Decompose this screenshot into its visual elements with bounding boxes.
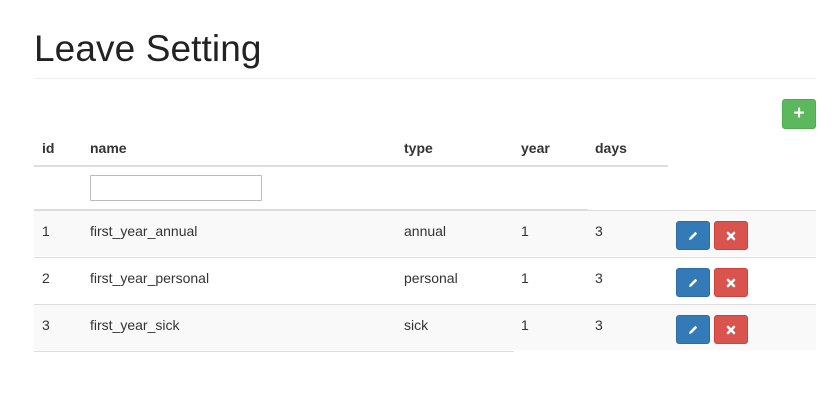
cell-type: sick: [404, 317, 429, 333]
pencil-icon: [689, 231, 698, 240]
close-icon: [726, 278, 736, 287]
cell-name: first_year_personal: [90, 270, 210, 286]
cell-id: 1: [42, 223, 50, 239]
table-header: id name type year days: [34, 130, 668, 167]
page: Leave Setting + id name type year days 1…: [0, 0, 836, 416]
cell-id: 2: [42, 270, 50, 286]
page-title: Leave Setting: [34, 28, 262, 69]
cell-type: annual: [404, 223, 447, 239]
cell-year: 1: [521, 317, 529, 333]
pencil-icon: [689, 325, 698, 334]
column-header-year[interactable]: year: [521, 140, 550, 156]
table-bottom-divider: [34, 351, 514, 352]
column-header-days[interactable]: days: [595, 140, 627, 156]
cell-days: 3: [595, 223, 603, 239]
plus-icon: +: [793, 103, 805, 124]
add-button[interactable]: +: [782, 99, 816, 129]
delete-button[interactable]: [714, 315, 748, 344]
cell-name: first_year_annual: [90, 223, 198, 239]
table-row: 2 first_year_personal personal 1 3: [34, 257, 816, 303]
delete-button[interactable]: [714, 221, 748, 250]
table-row: 1 first_year_annual annual 1 3: [34, 210, 816, 256]
column-header-id[interactable]: id: [42, 140, 54, 156]
column-header-name[interactable]: name: [90, 140, 127, 156]
filter-row: [34, 167, 588, 210]
pencil-icon: [689, 278, 698, 287]
cell-type: personal: [404, 270, 458, 286]
cell-year: 1: [521, 270, 529, 286]
edit-button[interactable]: [676, 315, 710, 344]
cell-id: 3: [42, 317, 50, 333]
cell-days: 3: [595, 270, 603, 286]
cell-name: first_year_sick: [90, 317, 180, 333]
close-icon: [726, 231, 736, 240]
edit-button[interactable]: [676, 268, 710, 297]
name-filter-input[interactable]: [90, 175, 262, 201]
close-icon: [726, 325, 736, 334]
edit-button[interactable]: [676, 221, 710, 250]
table-row: 3 first_year_sick sick 1 3: [34, 304, 816, 350]
cell-days: 3: [595, 317, 603, 333]
title-divider: [34, 78, 816, 79]
cell-year: 1: [521, 223, 529, 239]
column-header-type[interactable]: type: [404, 140, 433, 156]
delete-button[interactable]: [714, 268, 748, 297]
